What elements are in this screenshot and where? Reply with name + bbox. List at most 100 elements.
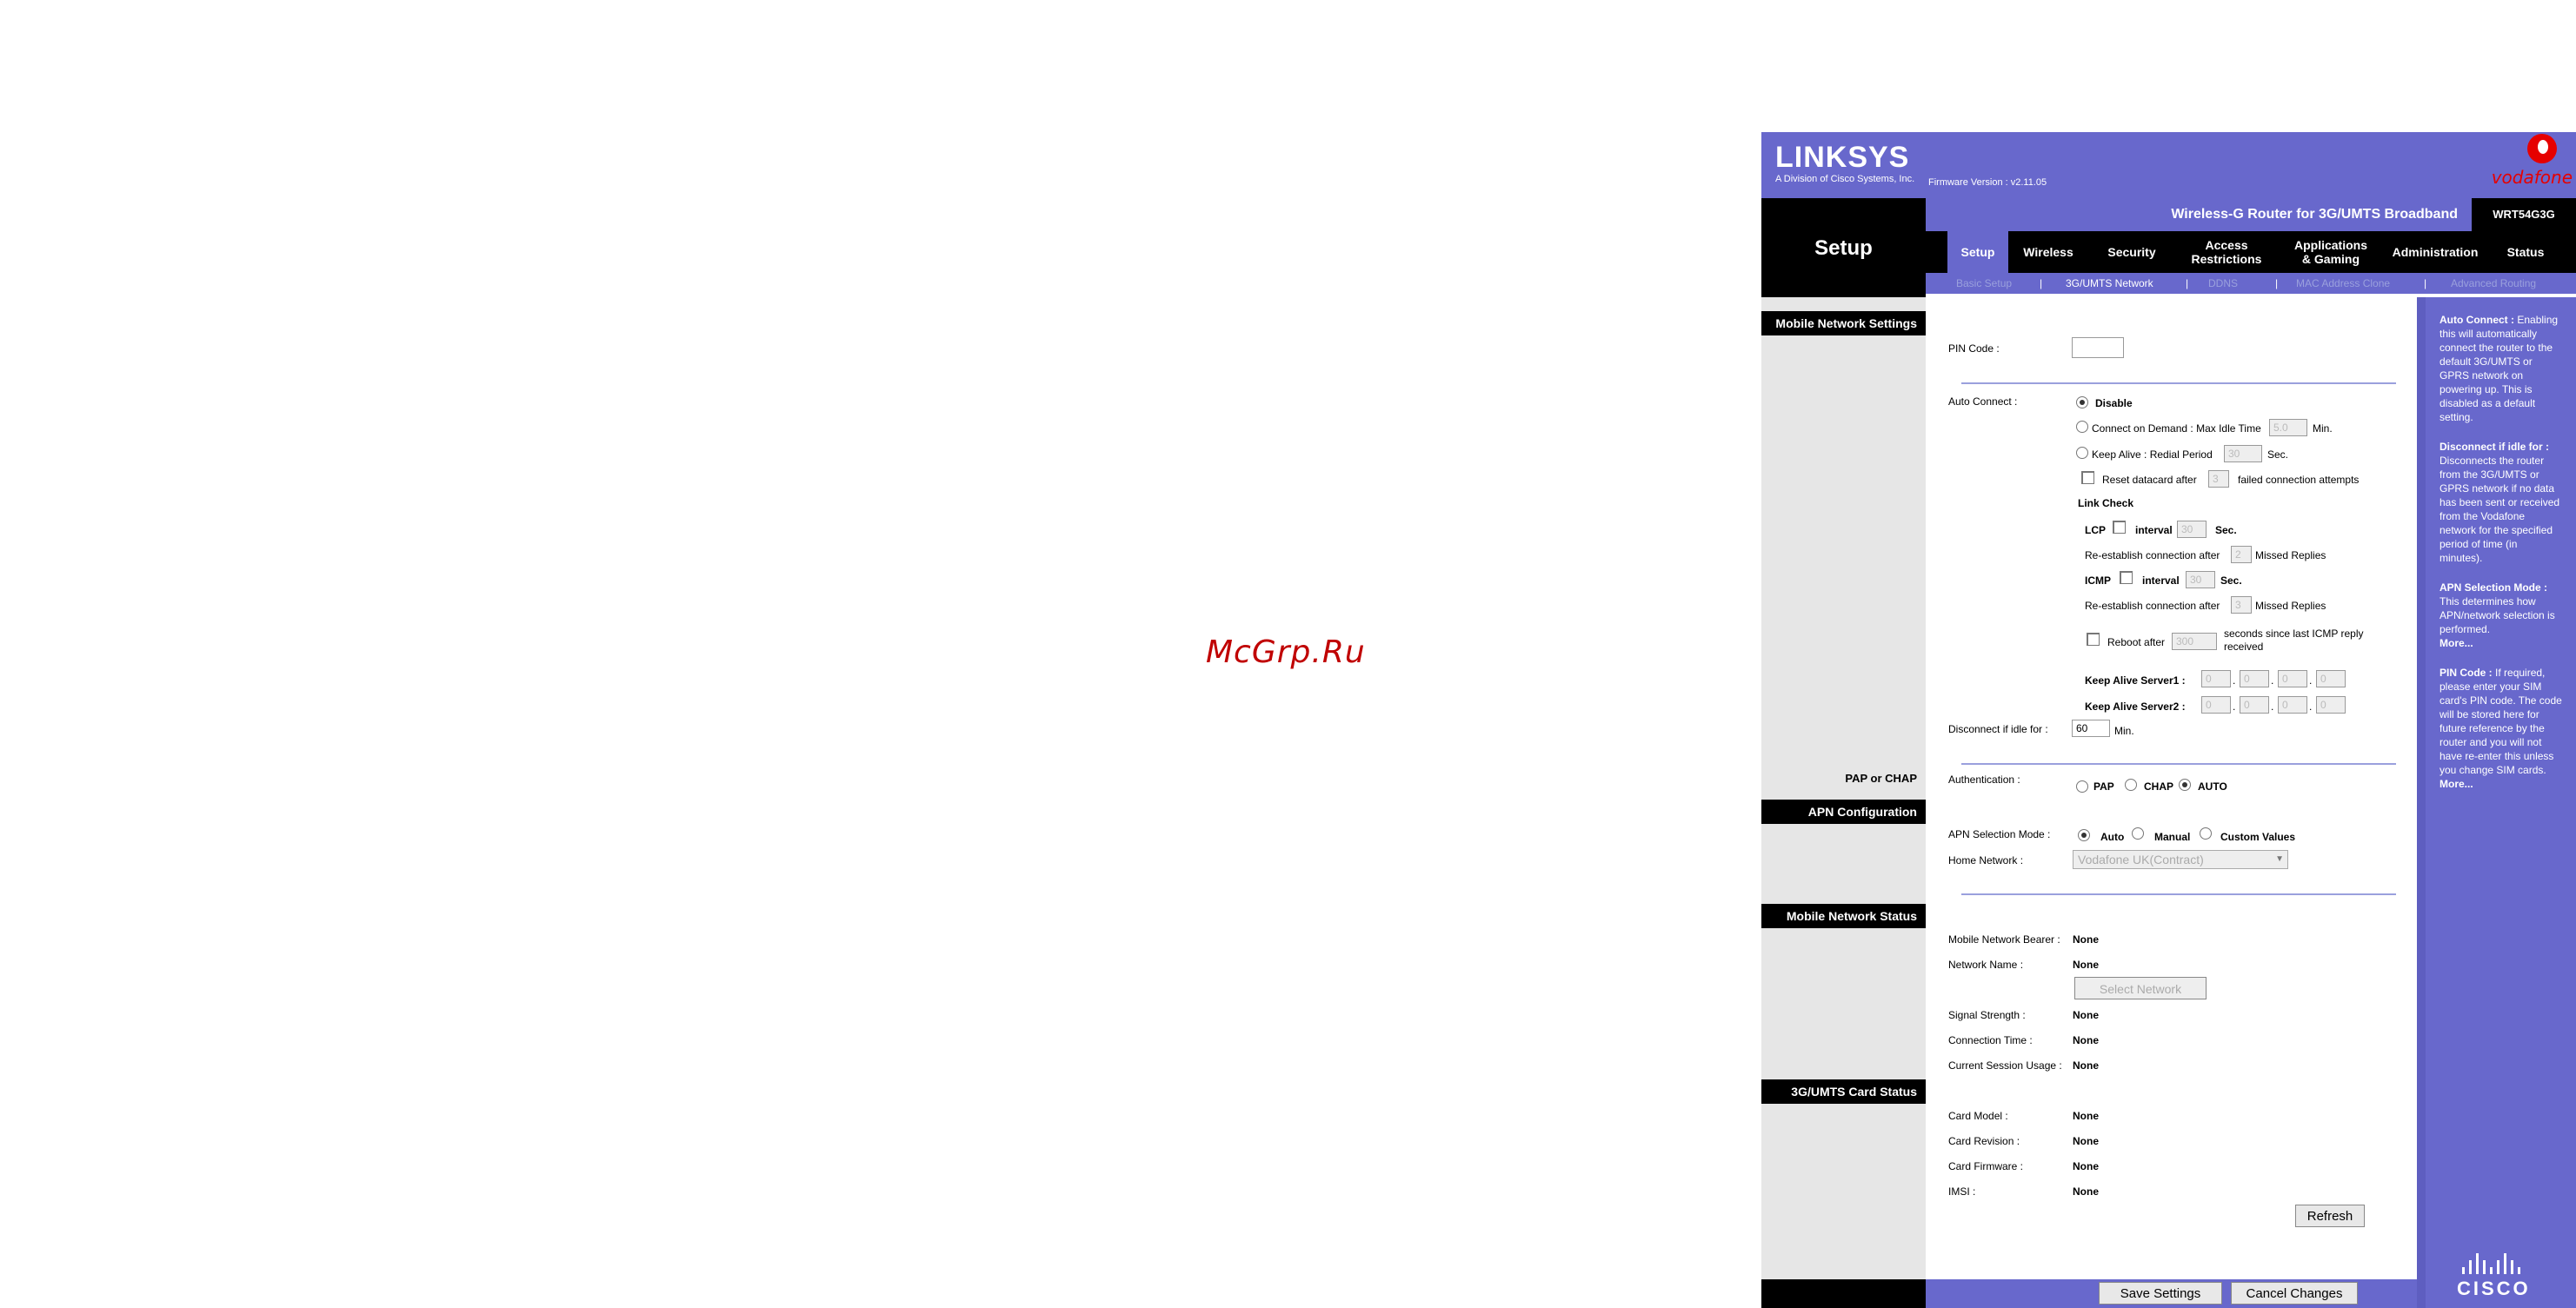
auth-pap-radio[interactable] [2076, 780, 2088, 793]
keep-alive-radio[interactable] [2076, 447, 2088, 459]
help-pin-text: If required, please enter your SIM card'… [2440, 667, 2562, 776]
help-panel: Auto Connect : Enabling this will automa… [2426, 297, 2576, 1308]
authentication-label: Authentication : [1948, 774, 2020, 786]
max-idle-time-input[interactable]: 5.0 [2269, 419, 2307, 436]
apn-custom-radio[interactable] [2200, 827, 2212, 840]
router-admin-page: LINKSYS A Division of Cisco Systems, Inc… [1761, 132, 2576, 1308]
lcp-missed-input[interactable]: 2 [2231, 546, 2252, 563]
apn-manual-label: Manual [2154, 831, 2191, 843]
reset-datacard-label: Reset datacard after [2102, 474, 2197, 486]
lcp-missed-replies-label: Missed Replies [2255, 549, 2326, 561]
help-apn-title: APN Selection Mode : [2440, 581, 2548, 594]
tab-status[interactable]: Status [2495, 231, 2556, 273]
section-pap-or-chap: PAP or CHAP [1845, 772, 1917, 785]
keep-alive-server2-label: Keep Alive Server2 : [2085, 700, 2186, 713]
subtab-advanced-routing[interactable]: Advanced Routing [2451, 273, 2536, 294]
auth-chap-radio[interactable] [2125, 779, 2137, 791]
lcp-interval-label: interval [2135, 524, 2173, 536]
tab-setup[interactable]: Setup [1947, 231, 2008, 273]
apn-auto-radio[interactable] [2078, 829, 2090, 841]
reset-datacard-checkbox[interactable] [2081, 471, 2094, 484]
tab-applications-gaming[interactable]: Applications & Gaming [2283, 231, 2379, 273]
subtab-ddns[interactable]: DDNS [2208, 273, 2238, 294]
pin-code-input[interactable] [2072, 337, 2124, 358]
lcp-sec-unit: Sec. [2215, 524, 2237, 536]
subtab-3g-umts-network[interactable]: 3G/UMTS Network [2066, 273, 2153, 294]
save-settings-button[interactable]: Save Settings [2099, 1282, 2222, 1305]
product-name: Wireless-G Router for 3G/UMTS Broadband [1926, 198, 2472, 231]
cisco-logo: CISCO [2457, 1253, 2531, 1300]
connect-on-demand-radio[interactable] [2076, 421, 2088, 433]
icmp-missed-input[interactable]: 3 [2231, 596, 2252, 614]
connect-on-demand-label: Connect on Demand : Max Idle Time [2092, 422, 2261, 435]
redial-period-input[interactable]: 30 [2224, 445, 2262, 462]
subnav-separator: | [2186, 277, 2189, 289]
watermark-text: McGrp.Ru [1206, 634, 1366, 670]
card-model-value: None [2073, 1110, 2099, 1122]
subnav-separator: | [2424, 277, 2427, 289]
tab-access-restrictions[interactable]: Access Restrictions [2179, 231, 2274, 273]
cisco-wordmark: CISCO [2457, 1278, 2531, 1299]
card-model-label: Card Model : [1948, 1110, 2008, 1122]
icmp-interval-input[interactable]: 30 [2186, 571, 2215, 588]
server1-octet2[interactable]: 0 [2240, 670, 2269, 687]
reboot-checkbox[interactable] [2087, 633, 2100, 646]
server2-octet4[interactable]: 0 [2316, 696, 2346, 714]
reboot-suffix-label: seconds since last ICMP reply received [2224, 627, 2364, 653]
server1-octet3[interactable]: 0 [2278, 670, 2307, 687]
help-auto-connect-title: Auto Connect : [2440, 314, 2514, 326]
tab-security[interactable]: Security [2097, 231, 2167, 273]
disconnect-min-unit: Min. [2114, 725, 2134, 737]
reboot-seconds-input[interactable]: 300 [2172, 633, 2217, 650]
auth-auto-radio[interactable] [2179, 779, 2191, 791]
disconnect-idle-input[interactable]: 60 [2072, 720, 2110, 737]
auto-connect-label: Auto Connect : [1948, 395, 2018, 408]
logo-subtitle: A Division of Cisco Systems, Inc. [1775, 174, 1915, 184]
apn-auto-label: Auto [2100, 831, 2125, 843]
bearer-value: None [2073, 933, 2099, 946]
lcp-label: LCP [2085, 524, 2106, 536]
tab-wireless[interactable]: Wireless [2014, 231, 2083, 273]
server2-octet1[interactable]: 0 [2201, 696, 2231, 714]
select-network-button[interactable]: Select Network [2074, 977, 2207, 999]
server1-octet1[interactable]: 0 [2201, 670, 2231, 687]
auto-connect-disable-radio[interactable] [2076, 396, 2088, 408]
divider [1961, 382, 2396, 384]
ip-dot: . [2309, 700, 2313, 713]
lcp-checkbox[interactable] [2113, 521, 2126, 534]
icmp-interval-label: interval [2142, 574, 2180, 587]
ip-dot: . [2271, 700, 2274, 713]
server2-octet3[interactable]: 0 [2278, 696, 2307, 714]
network-name-value: None [2073, 959, 2099, 971]
server2-octet2[interactable]: 0 [2240, 696, 2269, 714]
refresh-button[interactable]: Refresh [2295, 1205, 2365, 1227]
chevron-down-icon: ▼ [2275, 854, 2284, 864]
apn-manual-radio[interactable] [2132, 827, 2144, 840]
subtab-basic-setup[interactable]: Basic Setup [1956, 273, 2012, 294]
help-apn-text: This determines how APN/network selectio… [2440, 595, 2555, 635]
signal-strength-label: Signal Strength : [1948, 1009, 2026, 1021]
subnav-separator: | [2040, 277, 2043, 289]
link-check-heading: Link Check [2078, 497, 2134, 509]
model-number: WRT54G3G [2472, 198, 2576, 231]
card-revision-label: Card Revision : [1948, 1135, 2020, 1147]
cancel-changes-button[interactable]: Cancel Changes [2231, 1282, 2358, 1305]
help-apn-more-link[interactable]: More... [2440, 637, 2473, 649]
pap-label: PAP [2093, 780, 2114, 793]
reset-attempts-input[interactable]: 3 [2208, 470, 2229, 488]
apn-custom-label: Custom Values [2220, 831, 2296, 843]
home-network-select[interactable]: Vodafone UK(Contract) ▼ [2073, 850, 2288, 869]
vodafone-logo: vodafone [2491, 167, 2573, 188]
cisco-bars-icon [2462, 1253, 2531, 1274]
icmp-checkbox[interactable] [2120, 571, 2133, 584]
lcp-interval-input[interactable]: 30 [2177, 521, 2207, 538]
icmp-missed-replies-label: Missed Replies [2255, 600, 2326, 612]
subtab-mac-address-clone[interactable]: MAC Address Clone [2296, 273, 2390, 294]
card-firmware-label: Card Firmware : [1948, 1160, 2024, 1172]
failed-attempts-label: failed connection attempts [2238, 474, 2360, 486]
server1-octet4[interactable]: 0 [2316, 670, 2346, 687]
home-network-value: Vodafone UK(Contract) [2078, 853, 2204, 866]
network-name-label: Network Name : [1948, 959, 2024, 971]
help-pin-more-link[interactable]: More... [2440, 778, 2473, 790]
tab-administration[interactable]: Administration [2387, 231, 2483, 273]
